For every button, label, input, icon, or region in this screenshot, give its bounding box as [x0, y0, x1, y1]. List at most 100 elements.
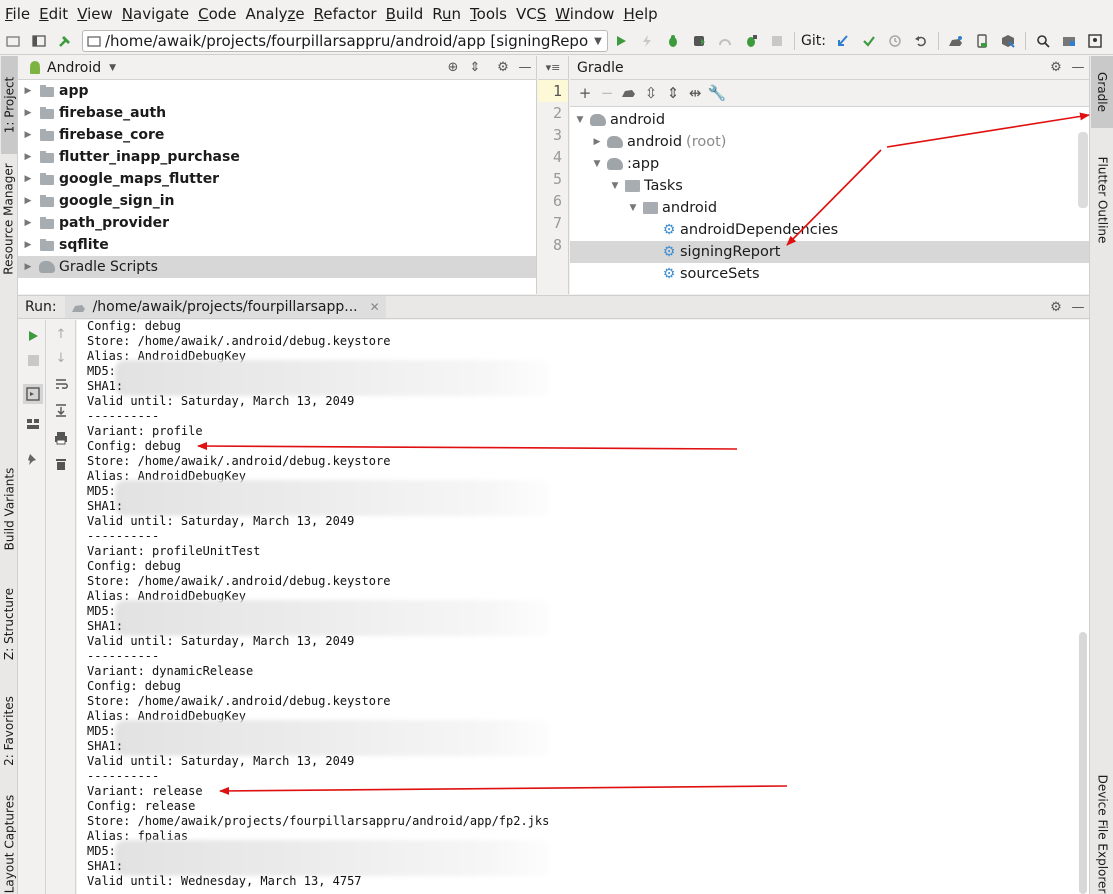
gradle-task-android-dependencies[interactable]: ⚙ androidDependencies	[570, 219, 1089, 241]
menu-item[interactable]: Analyze	[242, 0, 310, 28]
tree-item-module[interactable]: ▶ firebase_core	[18, 124, 536, 146]
menu-item[interactable]: File	[1, 0, 35, 28]
chevron-right-icon[interactable]: ▶	[21, 174, 35, 184]
console-scrollbar-thumb[interactable]	[1079, 632, 1087, 894]
chevron-right-icon[interactable]: ▶	[21, 130, 35, 140]
trash-icon[interactable]	[51, 454, 71, 474]
git-history-icon[interactable]	[884, 30, 906, 52]
git-commit-icon[interactable]	[858, 30, 880, 52]
tab-structure[interactable]: Z: Structure	[1, 580, 17, 668]
menu-item[interactable]: Help	[619, 0, 662, 28]
minimize-icon[interactable]: —	[1067, 60, 1089, 75]
menu-item[interactable]: Tools	[466, 0, 512, 28]
search-icon[interactable]	[1032, 30, 1054, 52]
close-icon[interactable]: ✕	[370, 300, 380, 314]
run-configuration-selector[interactable]: /home/awaik/projects/fourpillarsappru/an…	[82, 30, 608, 52]
gradle-scrollbar-thumb[interactable]	[1078, 132, 1088, 208]
rerun-icon[interactable]	[23, 326, 43, 346]
chevron-right-icon[interactable]: ▶	[21, 86, 35, 96]
tree-item-module[interactable]: ▶ app	[18, 80, 536, 102]
menu-item[interactable]: Code	[194, 0, 241, 28]
toggle-offline-icon[interactable]: ⇹	[684, 84, 706, 102]
gradle-node-tasks-android[interactable]: ▼ android	[570, 197, 1089, 219]
gradle-node-android-root[interactable]: ▶ android (root)	[570, 131, 1089, 153]
gear-icon[interactable]: ⚙	[1045, 60, 1067, 75]
layout-icon[interactable]	[23, 414, 43, 434]
menu-item[interactable]: Run	[428, 0, 466, 28]
hammer-icon[interactable]	[54, 30, 76, 52]
gradle-task-signing-report[interactable]: ⚙ signingReport	[570, 241, 1089, 263]
chevron-right-icon[interactable]: ▶	[590, 137, 604, 147]
soft-wrap-icon[interactable]	[51, 374, 71, 394]
scroll-to-end-icon[interactable]	[51, 400, 71, 420]
attach-debugger-icon[interactable]	[740, 30, 762, 52]
chevron-right-icon[interactable]: ▶	[21, 240, 35, 250]
git-rollback-icon[interactable]	[910, 30, 932, 52]
menu-item[interactable]: Window	[551, 0, 619, 28]
gradle-node-app[interactable]: ▼ :app	[570, 153, 1089, 175]
coverage-icon[interactable]	[688, 30, 710, 52]
apply-changes-icon[interactable]	[636, 30, 658, 52]
menu-item[interactable]: Edit	[35, 0, 73, 28]
tree-item-module[interactable]: ▶ sqflite	[18, 234, 536, 256]
tree-item-module[interactable]: ▶ flutter_inapp_purchase	[18, 146, 536, 168]
gradle-task-source-sets[interactable]: ⚙ sourceSets	[570, 263, 1089, 285]
chevron-right-icon[interactable]: ▶	[21, 196, 35, 206]
stop-icon[interactable]	[766, 30, 788, 52]
tree-item-module[interactable]: ▶ firebase_auth	[18, 102, 536, 124]
avd-manager-icon[interactable]	[971, 30, 993, 52]
run-console-output[interactable]: Config: debug Store: /home/awaik/.android…	[77, 320, 1078, 894]
gear-icon[interactable]: ⚙	[1045, 300, 1067, 315]
arrow-up-icon[interactable]: ↑	[51, 324, 71, 344]
gradle-node-tasks[interactable]: ▼ Tasks	[570, 175, 1089, 197]
gear-icon[interactable]: ⚙	[492, 60, 514, 75]
gradle-sync-icon[interactable]	[945, 30, 967, 52]
refresh-gradle-icon[interactable]	[618, 84, 640, 102]
pin-icon[interactable]	[23, 450, 43, 470]
menu-item[interactable]: VCS	[512, 0, 551, 28]
arrow-down-icon[interactable]: ↓	[51, 348, 71, 368]
chevron-down-icon[interactable]: ▼	[608, 181, 622, 191]
folder-icon[interactable]	[2, 30, 24, 52]
gradle-node-root[interactable]: ▼ android	[570, 109, 1089, 131]
tree-item-module[interactable]: ▶ google_maps_flutter	[18, 168, 536, 190]
menu-item[interactable]: View	[73, 0, 118, 28]
expand-all-icon[interactable]: ⇳	[640, 84, 662, 102]
chevron-down-icon[interactable]: ▼	[626, 203, 640, 213]
chevron-down-icon[interactable]: ▼	[109, 63, 116, 73]
account-icon[interactable]	[1084, 30, 1106, 52]
menu-item[interactable]: Build	[382, 0, 429, 28]
crosshair-icon[interactable]: ⊕	[442, 60, 464, 75]
chevron-down-icon[interactable]: ▼	[589, 36, 607, 47]
tree-item-module[interactable]: ▶ google_sign_in	[18, 190, 536, 212]
tab-layout-captures[interactable]: Layout Captures	[1, 794, 17, 894]
tab-device-file-explorer[interactable]: Device File Explorer	[1091, 774, 1113, 894]
collapse-all-icon[interactable]: ⇕	[662, 84, 684, 102]
tab-project[interactable]: 1: Project	[1, 56, 17, 154]
restore-layout-icon[interactable]	[23, 384, 43, 404]
tab-gradle[interactable]: Gradle	[1091, 56, 1113, 128]
chevron-right-icon[interactable]: ▶	[21, 152, 35, 162]
run-icon[interactable]	[610, 30, 632, 52]
collapse-all-icon[interactable]: ⇕	[464, 60, 486, 75]
stop-icon[interactable]	[23, 350, 43, 370]
tree-item-gradle-scripts[interactable]: ▶ Gradle Scripts	[18, 256, 536, 278]
wrench-icon[interactable]: 🔧	[706, 84, 728, 102]
tab-resource-manager[interactable]: Resource Manager	[1, 160, 17, 278]
debug-icon[interactable]	[662, 30, 684, 52]
project-structure-icon[interactable]	[1058, 30, 1080, 52]
sdk-manager-icon[interactable]	[997, 30, 1019, 52]
tab-favorites[interactable]: 2: Favorites	[1, 686, 17, 776]
chevron-right-icon[interactable]: ▶	[21, 262, 35, 272]
tab-build-variants[interactable]: Build Variants	[1, 454, 17, 564]
tab-flutter-outline[interactable]: Flutter Outline	[1091, 144, 1113, 256]
menu-item[interactable]: Navigate	[118, 0, 194, 28]
git-update-icon[interactable]	[832, 30, 854, 52]
profile-icon[interactable]	[714, 30, 736, 52]
print-icon[interactable]	[51, 428, 71, 448]
plus-icon[interactable]: +	[574, 84, 596, 102]
chevron-down-icon[interactable]: ▼	[573, 115, 587, 125]
chevron-right-icon[interactable]: ▶	[21, 218, 35, 228]
project-view-selector[interactable]: Android	[47, 60, 101, 76]
menu-item[interactable]: Refactor	[310, 0, 382, 28]
